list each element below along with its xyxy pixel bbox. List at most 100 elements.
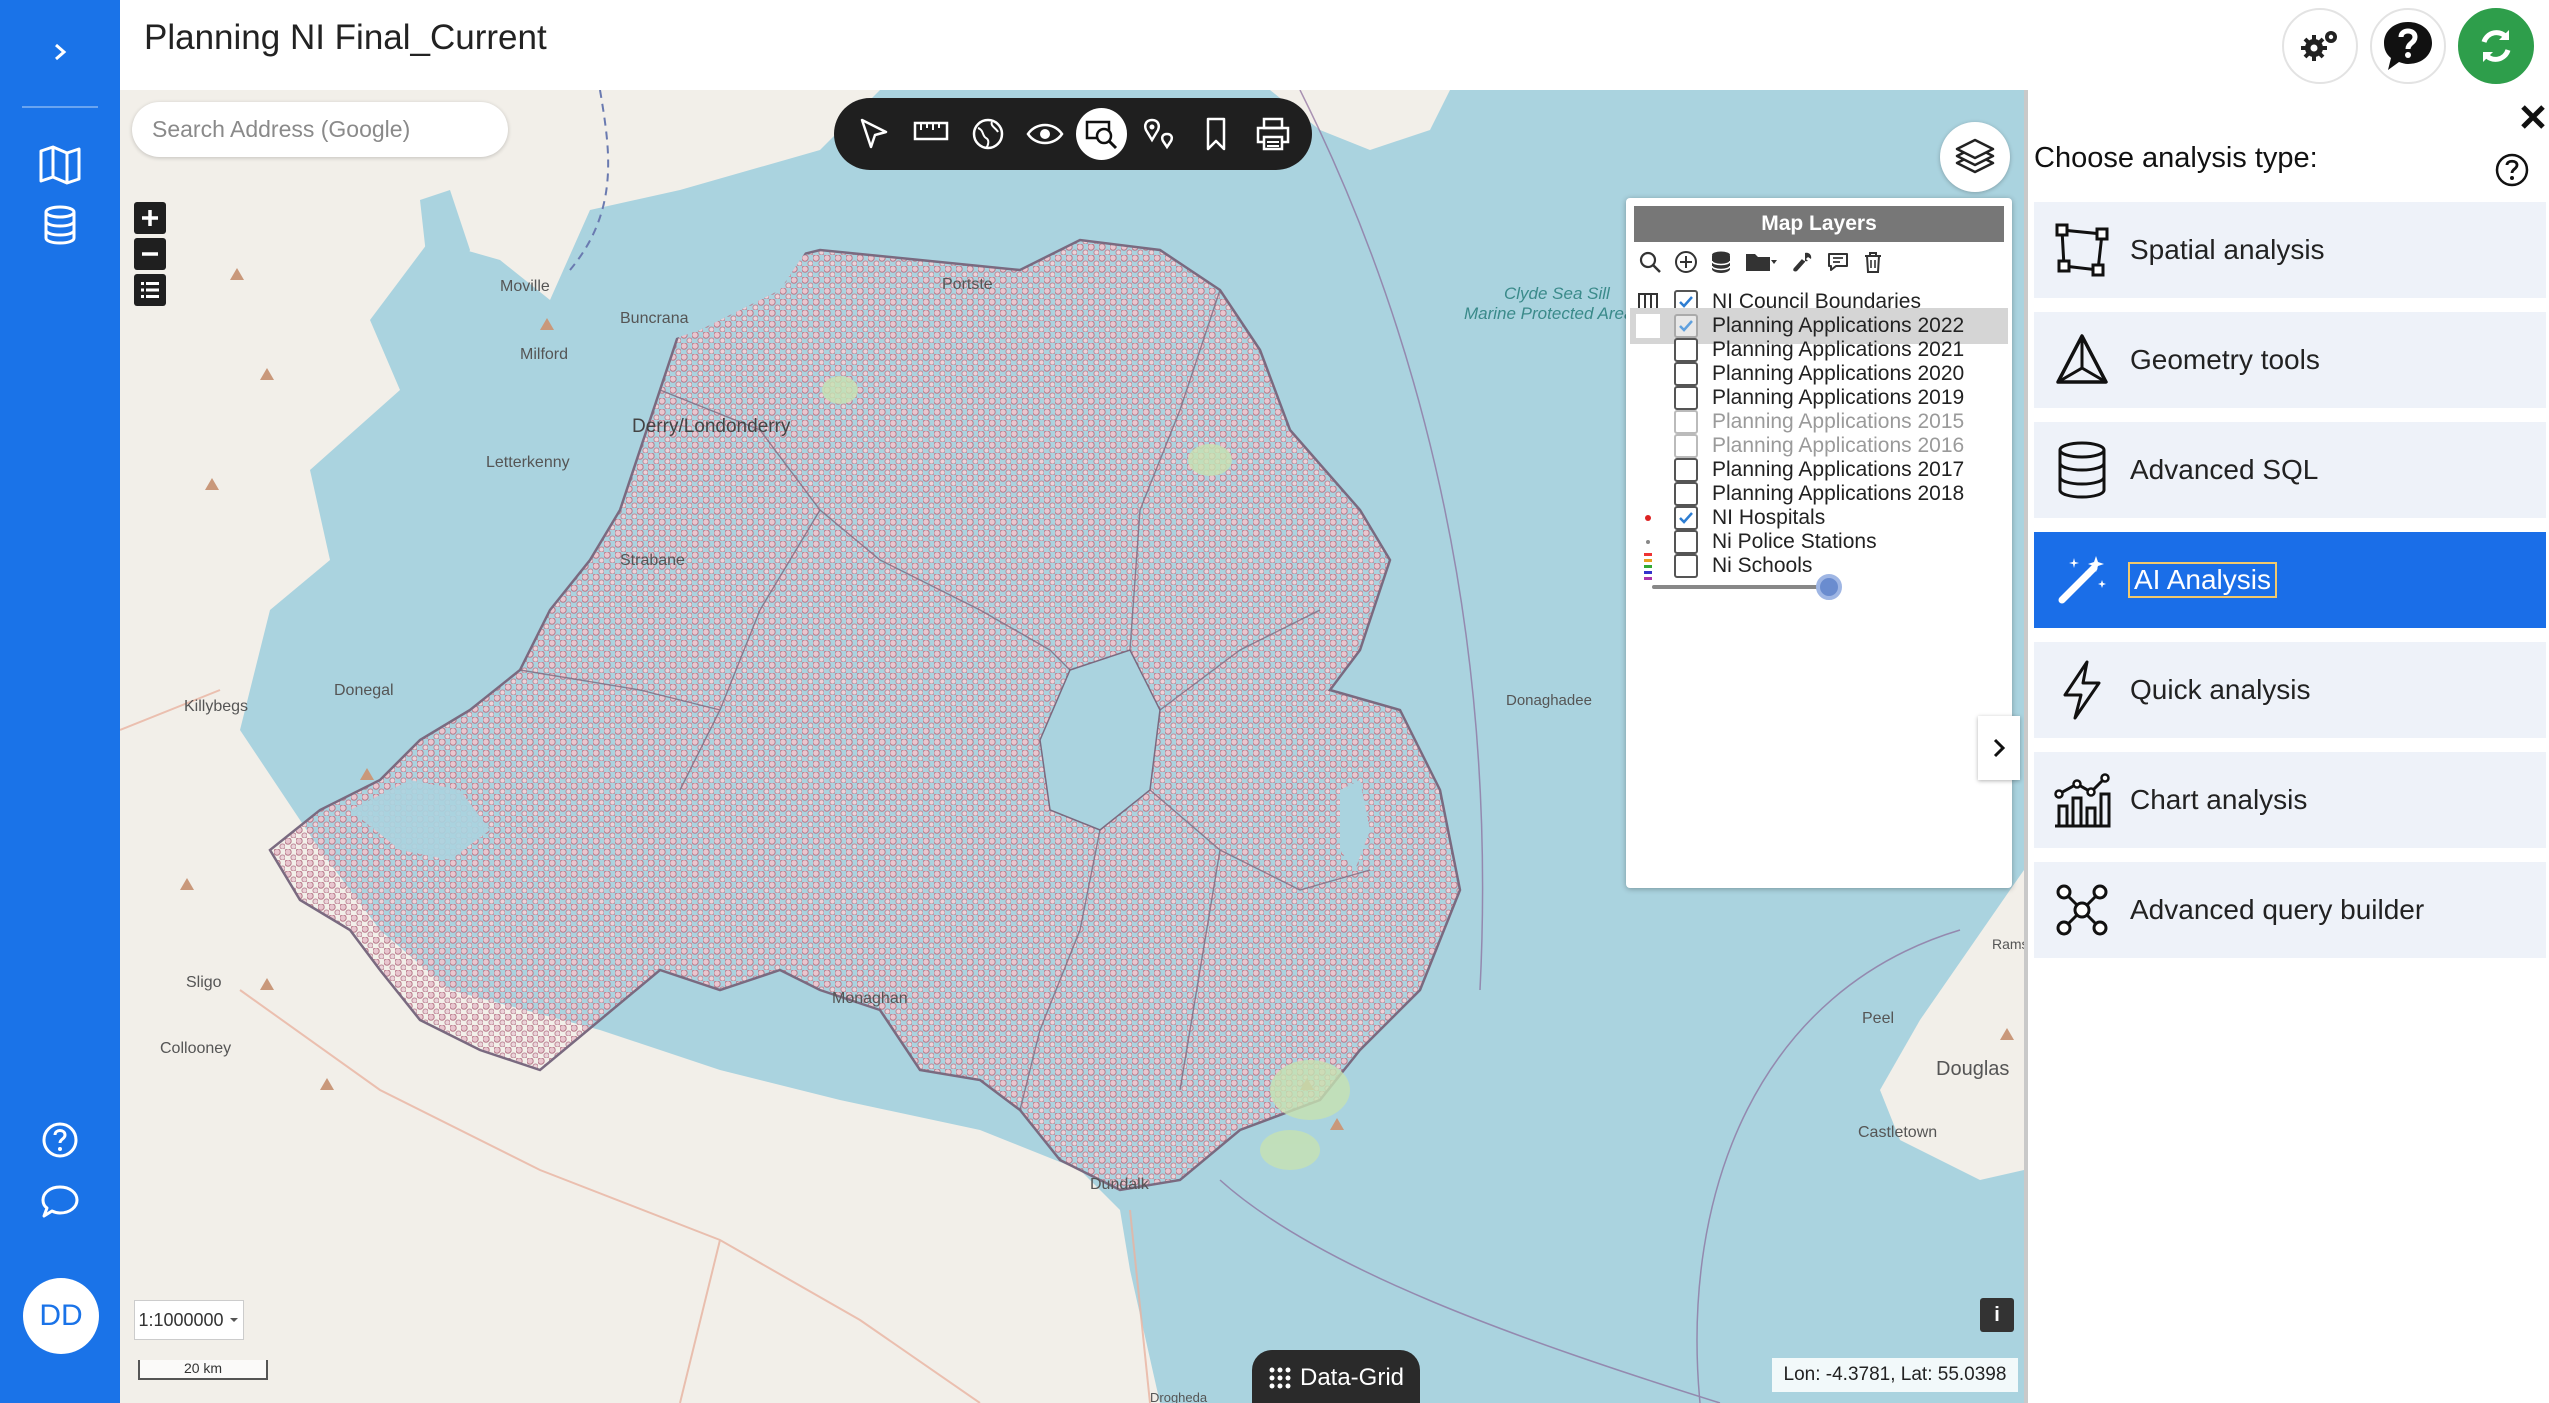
analysis-option-ai[interactable]: AI Analysis: [2034, 532, 2546, 628]
collapse-layers-button[interactable]: [1978, 716, 2020, 780]
measure-tool-button[interactable]: [905, 108, 956, 160]
ruler-icon: [913, 121, 948, 141]
list-icon: [141, 282, 159, 298]
print-button[interactable]: [1247, 108, 1298, 160]
analysis-help-button[interactable]: [2494, 152, 2530, 188]
trash-icon[interactable]: [1862, 250, 1884, 274]
place-label: Killybegs: [184, 698, 249, 715]
user-avatar[interactable]: DD: [23, 1278, 99, 1354]
place-label: Peel: [1862, 1010, 1895, 1027]
chevron-right-icon: [55, 43, 67, 61]
place-label: Collooney: [160, 1040, 232, 1057]
analysis-option-spatial[interactable]: Spatial analysis: [2034, 202, 2546, 298]
analysis-option-sql[interactable]: Advanced SQL: [2034, 422, 2546, 518]
place-label: Sligo: [186, 974, 222, 991]
multicolor-legend-icon: [1630, 548, 1666, 584]
select-tool-button[interactable]: [848, 108, 899, 160]
pointer-icon: [860, 118, 887, 149]
help-circle-icon: [42, 1122, 78, 1158]
scale-select[interactable]: 1:1000000: [134, 1300, 244, 1340]
add-layer-icon[interactable]: [1674, 250, 1698, 274]
help-header-button[interactable]: [2370, 8, 2446, 84]
help-button[interactable]: [0, 1118, 120, 1162]
analysis-option-quick[interactable]: Quick analysis: [2034, 642, 2546, 738]
map-canvas[interactable]: Moville Portste Buncrana Milford Derry/L…: [120, 90, 2024, 1403]
search-icon[interactable]: [1638, 250, 1662, 274]
place-label: Milford: [520, 346, 569, 363]
map-layers-panel: Map Layers NI Council Boundaries Plannin…: [1626, 198, 2012, 888]
globe-icon: [972, 118, 1003, 150]
database-icon[interactable]: [1710, 250, 1732, 274]
map-toolbar: [834, 98, 1312, 170]
search-address-input[interactable]: [132, 102, 508, 157]
bookmark-button[interactable]: [1190, 108, 1241, 160]
question-bubble-icon: [2384, 22, 2432, 70]
wrench-icon[interactable]: [1790, 250, 1814, 274]
network-icon: [2034, 862, 2130, 958]
help-circle-icon: [2495, 153, 2529, 187]
place-label: Donegal: [334, 682, 394, 699]
place-label: Portste: [942, 276, 993, 293]
analysis-option-chart[interactable]: Chart analysis: [2034, 752, 2546, 848]
minus-icon: [142, 252, 158, 256]
triangle-icon: [2034, 312, 2130, 408]
close-panel-button[interactable]: [2518, 102, 2548, 132]
zoom-in-button[interactable]: [134, 202, 166, 234]
layer-switcher-button[interactable]: [1940, 122, 2010, 192]
grid-dots-icon: [1269, 1367, 1291, 1389]
settings-button[interactable]: [2282, 8, 2358, 84]
globe-tool-button[interactable]: [962, 108, 1013, 160]
marine-area-label: Clyde Sea Sill: [1504, 284, 1610, 303]
scale-value: 1:1000000: [138, 1309, 224, 1330]
marine-area-label: Marine Protected Area: [1464, 304, 1634, 323]
scale-bar-label: 20 km: [183, 1360, 223, 1376]
maps-button[interactable]: [0, 140, 120, 190]
chart-icon: [2034, 752, 2130, 848]
close-icon: [2521, 105, 2545, 129]
data-grid-label: Data-Grid: [1299, 1364, 1405, 1391]
folder-icon[interactable]: [1744, 250, 1778, 274]
plus-icon: [142, 210, 158, 226]
printer-icon: [1256, 117, 1289, 151]
chat-button[interactable]: [0, 1180, 120, 1224]
location-tool-button[interactable]: [1133, 108, 1184, 160]
chevron-right-icon: [1993, 738, 2006, 758]
magic-wand-icon: [2034, 532, 2130, 628]
analysis-option-label: Spatial analysis: [2130, 234, 2325, 265]
place-label: Strabane: [620, 552, 685, 569]
place-label: Donaghadee: [1506, 692, 1592, 709]
map-icon: [39, 145, 81, 185]
database-icon: [44, 205, 76, 245]
app-header: Planning NI Final_Current: [120, 0, 2549, 90]
place-label: Douglas: [1936, 1058, 2010, 1080]
analysis-option-label: Chart analysis: [2130, 784, 2308, 815]
layer-checkbox[interactable]: [1674, 554, 1698, 578]
search-map-icon: [1085, 120, 1117, 150]
view-tool-button[interactable]: [1019, 108, 1070, 160]
expand-sidebar-button[interactable]: [0, 28, 120, 76]
analysis-option-label: AI Analysis: [2128, 562, 2277, 598]
legend-list-button[interactable]: [134, 274, 166, 306]
avatar-initials: DD: [39, 1299, 83, 1332]
layer-label: Ni Schools: [1712, 554, 1813, 577]
caret-down-icon: [229, 1318, 238, 1322]
lightning-icon: [2034, 642, 2130, 738]
opacity-slider-handle[interactable]: [1816, 574, 1842, 600]
data-button[interactable]: [0, 200, 120, 250]
comment-icon[interactable]: [1826, 250, 1850, 274]
place-label: Derry/Londonderry: [632, 416, 791, 437]
place-label: Moville: [500, 278, 550, 295]
info-button[interactable]: i: [1980, 1298, 2014, 1332]
analysis-option-geometry[interactable]: Geometry tools: [2034, 312, 2546, 408]
info-icon: i: [1994, 1303, 2000, 1326]
zoom-to-feature-button[interactable]: [1076, 108, 1127, 160]
data-grid-button[interactable]: Data-Grid: [1252, 1350, 1420, 1403]
analysis-option-label: Advanced query builder: [2130, 894, 2425, 925]
layers-icon: [1955, 138, 1995, 174]
analysis-panel: Choose analysis type: Spatial analysis G…: [2024, 90, 2549, 1403]
opacity-slider-track[interactable]: [1652, 585, 1832, 589]
refresh-button[interactable]: [2458, 8, 2534, 84]
zoom-out-button[interactable]: [134, 238, 166, 270]
polygon-icon: [2034, 202, 2130, 298]
analysis-option-query-builder[interactable]: Advanced query builder: [2034, 862, 2546, 958]
